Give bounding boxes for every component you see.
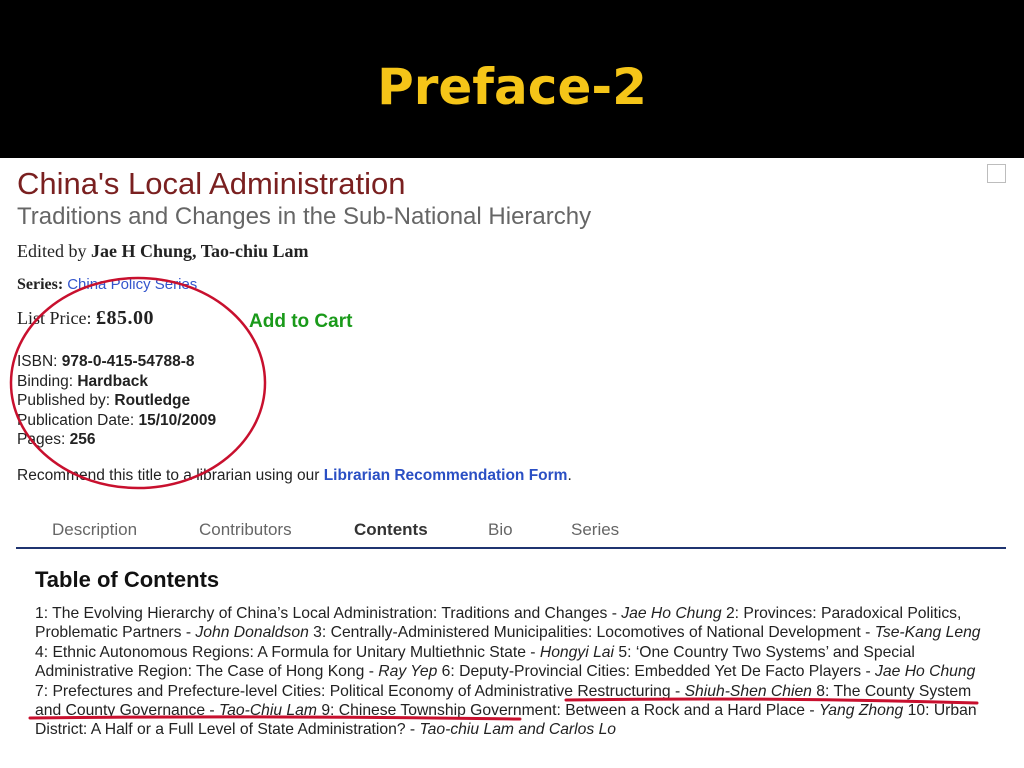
list-price-line: List Price: £85.00 <box>17 307 154 330</box>
pub-date-value: 15/10/2009 <box>138 411 217 429</box>
toc-chapter-number: 4: <box>35 643 49 661</box>
toc-chapter-title: Prefectures and Prefecture-level Cities:… <box>52 682 681 700</box>
toc-chapter: 6: Deputy-Provincial Cities: Embedded Ye… <box>442 663 976 680</box>
toc-chapter-title: The Evolving Hierarchy of China’s Local … <box>52 605 617 622</box>
toc-chapter-author: Shiuh-Shen Chien <box>684 682 812 700</box>
add-to-cart-button[interactable]: Add to Cart <box>249 311 352 333</box>
publisher-row: Published by: Routledge <box>17 391 216 411</box>
pages-value: 256 <box>69 431 96 448</box>
pages-label: Pages: <box>17 431 66 448</box>
isbn-label: ISBN: <box>17 353 58 370</box>
book-subtitle: Traditions and Changes in the Sub-Nation… <box>17 203 592 230</box>
toc-chapter-author: Ray Yep <box>378 663 438 681</box>
toc-chapter-number: 10: <box>907 702 930 720</box>
toc-body: 1: The Evolving Hierarchy of China’s Loc… <box>35 604 990 740</box>
slide-header: Preface-2 <box>0 0 1024 158</box>
toc-chapter: 9: Chinese Township Government: Between … <box>321 702 903 719</box>
pages-row: Pages: 256 <box>17 430 216 450</box>
series-label: Series: <box>17 276 64 293</box>
series-line: Series: China Policy Series <box>17 276 197 294</box>
toc-chapter-number: 5: <box>618 643 632 661</box>
toc-chapter-number: 6: <box>441 663 455 681</box>
edited-by-line: Edited by Jae H Chung, Tao-chiu Lam <box>17 241 309 262</box>
toc-chapter-author: Tao-chiu Lam and Carlos Lo <box>419 721 617 739</box>
toc-chapter: 1: The Evolving Hierarchy of China’s Loc… <box>35 605 722 622</box>
pub-date-row: Publication Date: 15/10/2009 <box>17 411 216 431</box>
slide-title: Preface-2 <box>377 58 647 116</box>
toc-chapter: 7: Prefectures and Prefecture-level Citi… <box>35 683 812 700</box>
toc-chapter-title: Chinese Township Government: Between a R… <box>338 702 815 720</box>
book-page-screenshot: China's Local Administration Traditions … <box>0 158 1024 768</box>
toc-chapter-author: Hongyi Lai <box>539 643 614 661</box>
librarian-recommendation-link[interactable]: Librarian Recommendation Form <box>324 467 568 484</box>
toc-chapter-title: Centrally-Administered Municipalities: L… <box>330 624 871 642</box>
book-title: China's Local Administration <box>17 166 406 201</box>
tab-bar: Description Contributors Contents Bio Se… <box>16 515 1006 549</box>
binding-label: Binding: <box>17 372 74 390</box>
checkbox-icon[interactable] <box>987 164 1006 183</box>
editors: Jae H Chung, Tao-chiu Lam <box>91 241 309 261</box>
series-link[interactable]: China Policy Series <box>67 276 197 293</box>
tab-bio[interactable]: Bio <box>488 520 513 540</box>
pub-date-label: Publication Date: <box>17 411 135 429</box>
isbn-row: ISBN: 978-0-415-54788-8 <box>17 352 216 372</box>
recommend-text: Recommend this title to a librarian usin… <box>17 467 320 484</box>
toc-chapter-author: Tse-Kang Leng <box>874 624 981 642</box>
tab-series[interactable]: Series <box>571 520 619 540</box>
isbn-value: 978-0-415-54788-8 <box>61 353 195 370</box>
recommend-suffix: . <box>567 467 572 484</box>
binding-row: Binding: Hardback <box>17 372 216 392</box>
toc-chapter-author: Jae Ho Chung <box>621 605 722 622</box>
toc-chapter-number: 7: <box>35 682 49 700</box>
toc-chapter-author: Tao-Chiu Lam <box>219 702 317 720</box>
recommend-line: Recommend this title to a librarian usin… <box>17 467 572 485</box>
list-price-value: £85.00 <box>96 307 154 329</box>
toc-chapter-number: 2: <box>725 605 740 622</box>
tab-contents[interactable]: Contents <box>354 520 428 540</box>
toc-chapter-number: 9: <box>321 702 335 720</box>
toc-chapter-number: 8: <box>816 682 830 700</box>
toc-chapter-number: 3: <box>313 624 327 642</box>
toc-heading: Table of Contents <box>35 567 220 592</box>
toc-chapter-title: Deputy-Provincial Cities: Embedded Yet D… <box>459 663 871 681</box>
publisher-value: Routledge <box>114 392 191 409</box>
tab-description[interactable]: Description <box>52 520 137 540</box>
book-details: ISBN: 978-0-415-54788-8 Binding: Hardbac… <box>17 352 216 450</box>
toc-chapter-author: Jae Ho Chung <box>875 663 976 681</box>
toc-chapter-number: 1: <box>35 605 49 622</box>
list-price-label: List Price: <box>17 308 92 328</box>
toc-chapter-author: Yang Zhong <box>818 702 904 720</box>
toc-chapter: 4: Ethnic Autonomous Regions: A Formula … <box>35 644 614 661</box>
toc-chapter-author: John Donaldson <box>195 624 309 642</box>
publisher-label: Published by: <box>17 392 111 409</box>
binding-value: Hardback <box>77 372 148 390</box>
edited-by-label: Edited by <box>17 241 87 261</box>
toc-chapter-title: Ethnic Autonomous Regions: A Formula for… <box>52 643 536 661</box>
toc-chapter: 3: Centrally-Administered Municipalities… <box>313 624 980 641</box>
tab-contributors[interactable]: Contributors <box>199 520 292 540</box>
